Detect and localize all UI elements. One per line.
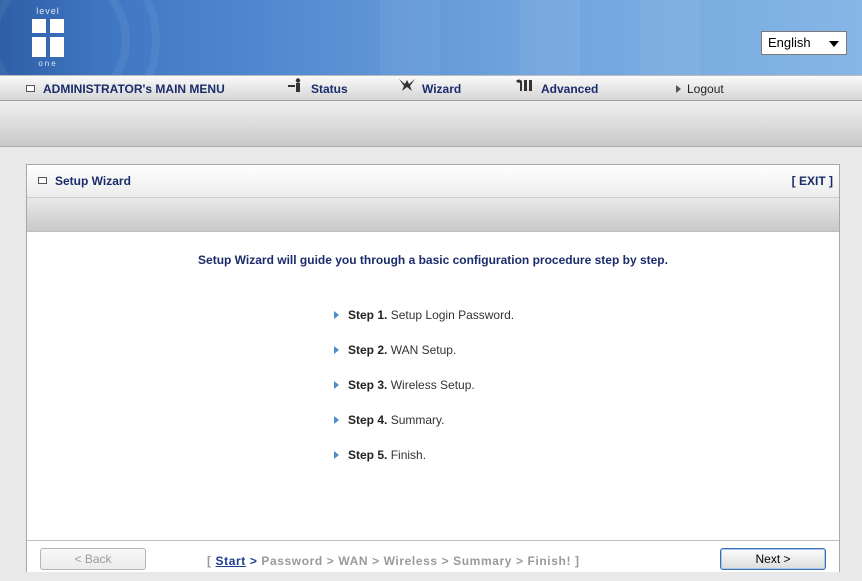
wizard-intro-text: Setup Wizard will guide you through a ba… <box>198 253 668 267</box>
panel-title: Setup Wizard <box>38 165 131 198</box>
setup-wizard-panel: Setup Wizard [ EXIT ] Setup Wizard will … <box>26 164 840 572</box>
panel-title-bar: Setup Wizard [ EXIT ] <box>27 165 839 198</box>
header-decoration <box>520 0 580 75</box>
breadcrumb-bracket: [ <box>207 554 212 568</box>
wizard-progress-breadcrumb: [ Start > Password > WAN > Wireless > Su… <box>207 554 580 568</box>
arrow-right-icon <box>334 380 339 389</box>
step-list: Step 1. Setup Login Password. Step 2. WA… <box>334 307 514 482</box>
menu-item-status[interactable]: Status <box>287 76 348 102</box>
breadcrumb-remaining-steps: Password > WAN > Wireless > Summary > Fi… <box>261 554 572 568</box>
step-text: Finish. <box>390 448 427 462</box>
wizard-footer: < Back [ Start > Password > WAN > Wirele… <box>27 540 839 572</box>
menu-item-label: Logout <box>687 82 724 96</box>
step-text: Summary. <box>390 413 445 427</box>
language-select-value: English <box>768 35 811 50</box>
step-label: Step 2. <box>348 343 388 357</box>
step-label: Step 5. <box>348 448 388 462</box>
exit-link[interactable]: [ EXIT ] <box>792 165 833 198</box>
menu-item-label: ADMINISTRATOR's MAIN MENU <box>43 82 225 96</box>
window-icon <box>38 177 47 185</box>
list-item: Step 4. Summary. <box>334 412 514 447</box>
menu-item-label: Advanced <box>541 82 599 96</box>
arrow-right-icon <box>334 310 339 319</box>
window-icon <box>26 85 35 93</box>
step-label: Step 3. <box>348 378 388 392</box>
arrow-right-icon <box>334 450 339 459</box>
step-text: WAN Setup. <box>390 343 457 357</box>
list-item: Step 3. Wireless Setup. <box>334 377 514 412</box>
list-item: Step 1. Setup Login Password. <box>334 307 514 342</box>
arrow-right-icon <box>676 84 681 93</box>
list-item: Step 5. Finish. <box>334 447 514 482</box>
header-banner: level one English <box>0 0 862 75</box>
breadcrumb-bracket: ] <box>574 554 580 568</box>
main-menu-bar: ADMINISTRATOR's MAIN MENU Status Wizard … <box>0 75 862 101</box>
menu-item-wizard[interactable]: Wizard <box>398 76 461 102</box>
back-button[interactable]: < Back <box>40 548 146 570</box>
header-decoration <box>640 0 700 75</box>
header-decoration <box>380 0 440 75</box>
step-text: Wireless Setup. <box>390 378 475 392</box>
menu-item-main-menu[interactable]: ADMINISTRATOR's MAIN MENU <box>26 76 225 102</box>
step-label: Step 1. <box>348 308 388 322</box>
logo-mark-icon <box>30 19 66 57</box>
wizard-icon <box>398 75 416 101</box>
submenu-bar <box>0 101 862 147</box>
breadcrumb-separator: > <box>249 554 258 568</box>
logo-text-top: level <box>36 6 60 16</box>
tools-icon <box>515 75 535 101</box>
panel-title-text: Setup Wizard <box>55 174 131 188</box>
menu-item-logout[interactable]: Logout <box>676 76 724 102</box>
breadcrumb-current-step: Start <box>215 554 246 568</box>
step-text: Setup Login Password. <box>390 308 515 322</box>
arrow-right-icon <box>334 345 339 354</box>
menu-item-advanced[interactable]: Advanced <box>515 76 598 102</box>
logo-text-bottom: one <box>38 59 58 68</box>
arrow-right-icon <box>334 415 339 424</box>
chevron-down-icon <box>829 41 839 47</box>
menu-item-label: Wizard <box>422 82 462 96</box>
levelone-logo: level one <box>26 6 70 70</box>
language-select[interactable]: English <box>761 31 847 55</box>
panel-band <box>27 198 839 232</box>
next-button[interactable]: Next > <box>720 548 826 570</box>
menu-item-label: Status <box>311 82 348 96</box>
list-item: Step 2. WAN Setup. <box>334 342 514 377</box>
step-label: Step 4. <box>348 413 388 427</box>
status-icon <box>287 75 305 101</box>
